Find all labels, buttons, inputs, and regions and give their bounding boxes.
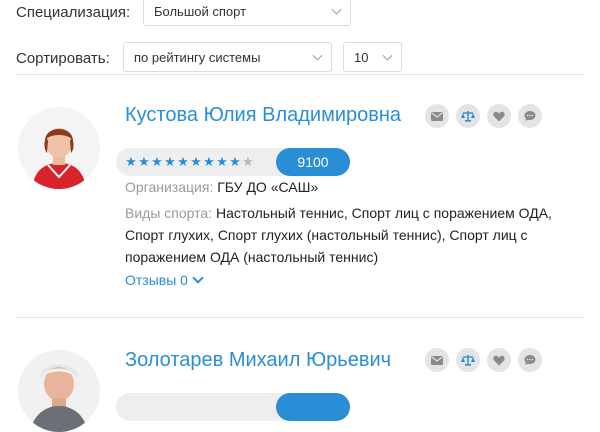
chevron-down-icon xyxy=(382,50,393,61)
organization-label: Организация: xyxy=(125,179,214,195)
star-icon: ★ xyxy=(151,154,163,169)
coach-actions xyxy=(425,348,542,372)
coach-actions xyxy=(425,104,542,128)
star-icon: ★ xyxy=(242,154,254,169)
star-icon: ★ xyxy=(203,154,215,169)
message-button[interactable] xyxy=(425,348,449,372)
star-icon: ★ xyxy=(229,154,241,169)
rating-score xyxy=(276,393,350,421)
per-page-select[interactable]: 10 xyxy=(343,42,402,72)
avatar[interactable] xyxy=(18,107,100,189)
avatar-photo-icon xyxy=(18,107,100,189)
chat-button[interactable] xyxy=(518,104,542,128)
filter-specialization-row: Специализация: xyxy=(16,2,130,22)
avatar[interactable] xyxy=(18,350,100,432)
scales-icon xyxy=(461,355,475,366)
star-icon: ★ xyxy=(164,154,176,169)
specialization-label: Специализация: xyxy=(16,3,131,21)
favorite-button[interactable] xyxy=(487,104,511,128)
rating-score: 9100 xyxy=(276,148,350,176)
scales-icon xyxy=(461,111,475,122)
per-page-value: 10 xyxy=(354,49,369,65)
star-icon: ★ xyxy=(177,154,189,169)
organization-value: ГБУ ДО «САШ» xyxy=(217,179,319,195)
chat-button[interactable] xyxy=(518,348,542,372)
sort-label: Сортировать: xyxy=(16,49,110,67)
star-icon: ★ xyxy=(125,154,137,169)
star-icon: ★ xyxy=(138,154,150,169)
chevron-down-icon xyxy=(192,272,204,284)
specialization-select[interactable]: Большой спорт xyxy=(143,0,351,26)
envelope-icon xyxy=(431,355,443,365)
specialization-value: Большой спорт xyxy=(154,3,247,19)
avatar-photo-icon xyxy=(18,350,100,432)
divider xyxy=(16,317,584,318)
compare-button[interactable] xyxy=(456,104,480,128)
rating-bar xyxy=(116,393,350,421)
reviews-label: Отзывы 0 xyxy=(125,272,188,288)
sort-select[interactable]: по рейтингу системы xyxy=(123,42,332,72)
favorite-button[interactable] xyxy=(487,348,511,372)
rating-bar: ★ ★ ★ ★ ★ ★ ★ ★ ★ ★ 9100 xyxy=(116,148,350,176)
sort-value: по рейтингу системы xyxy=(134,49,261,65)
coach-name-link[interactable]: Кустова Юлия Владимировна xyxy=(125,104,401,127)
chevron-down-icon xyxy=(312,50,323,61)
sports-label: Виды спорта: xyxy=(125,205,213,221)
star-icon: ★ xyxy=(190,154,202,169)
chat-icon xyxy=(524,355,536,365)
divider xyxy=(16,74,584,75)
rating-stars: ★ ★ ★ ★ ★ ★ ★ ★ ★ ★ xyxy=(125,154,254,169)
reviews-toggle[interactable]: Отзывы 0 xyxy=(125,272,204,288)
star-icon: ★ xyxy=(216,154,228,169)
chevron-down-icon xyxy=(331,4,342,15)
compare-button[interactable] xyxy=(456,348,480,372)
heart-icon xyxy=(493,355,505,365)
heart-icon xyxy=(493,111,505,121)
message-button[interactable] xyxy=(425,104,449,128)
organization-field: Организация: ГБУ ДО «САШ» xyxy=(125,176,318,198)
sports-field: Виды спорта: Настольный теннис, Спорт ли… xyxy=(125,202,565,268)
filter-sort-row: Сортировать: xyxy=(16,48,110,68)
coach-name-link[interactable]: Золотарев Михаил Юрьевич xyxy=(125,349,391,372)
chat-icon xyxy=(524,111,536,121)
envelope-icon xyxy=(431,111,443,121)
